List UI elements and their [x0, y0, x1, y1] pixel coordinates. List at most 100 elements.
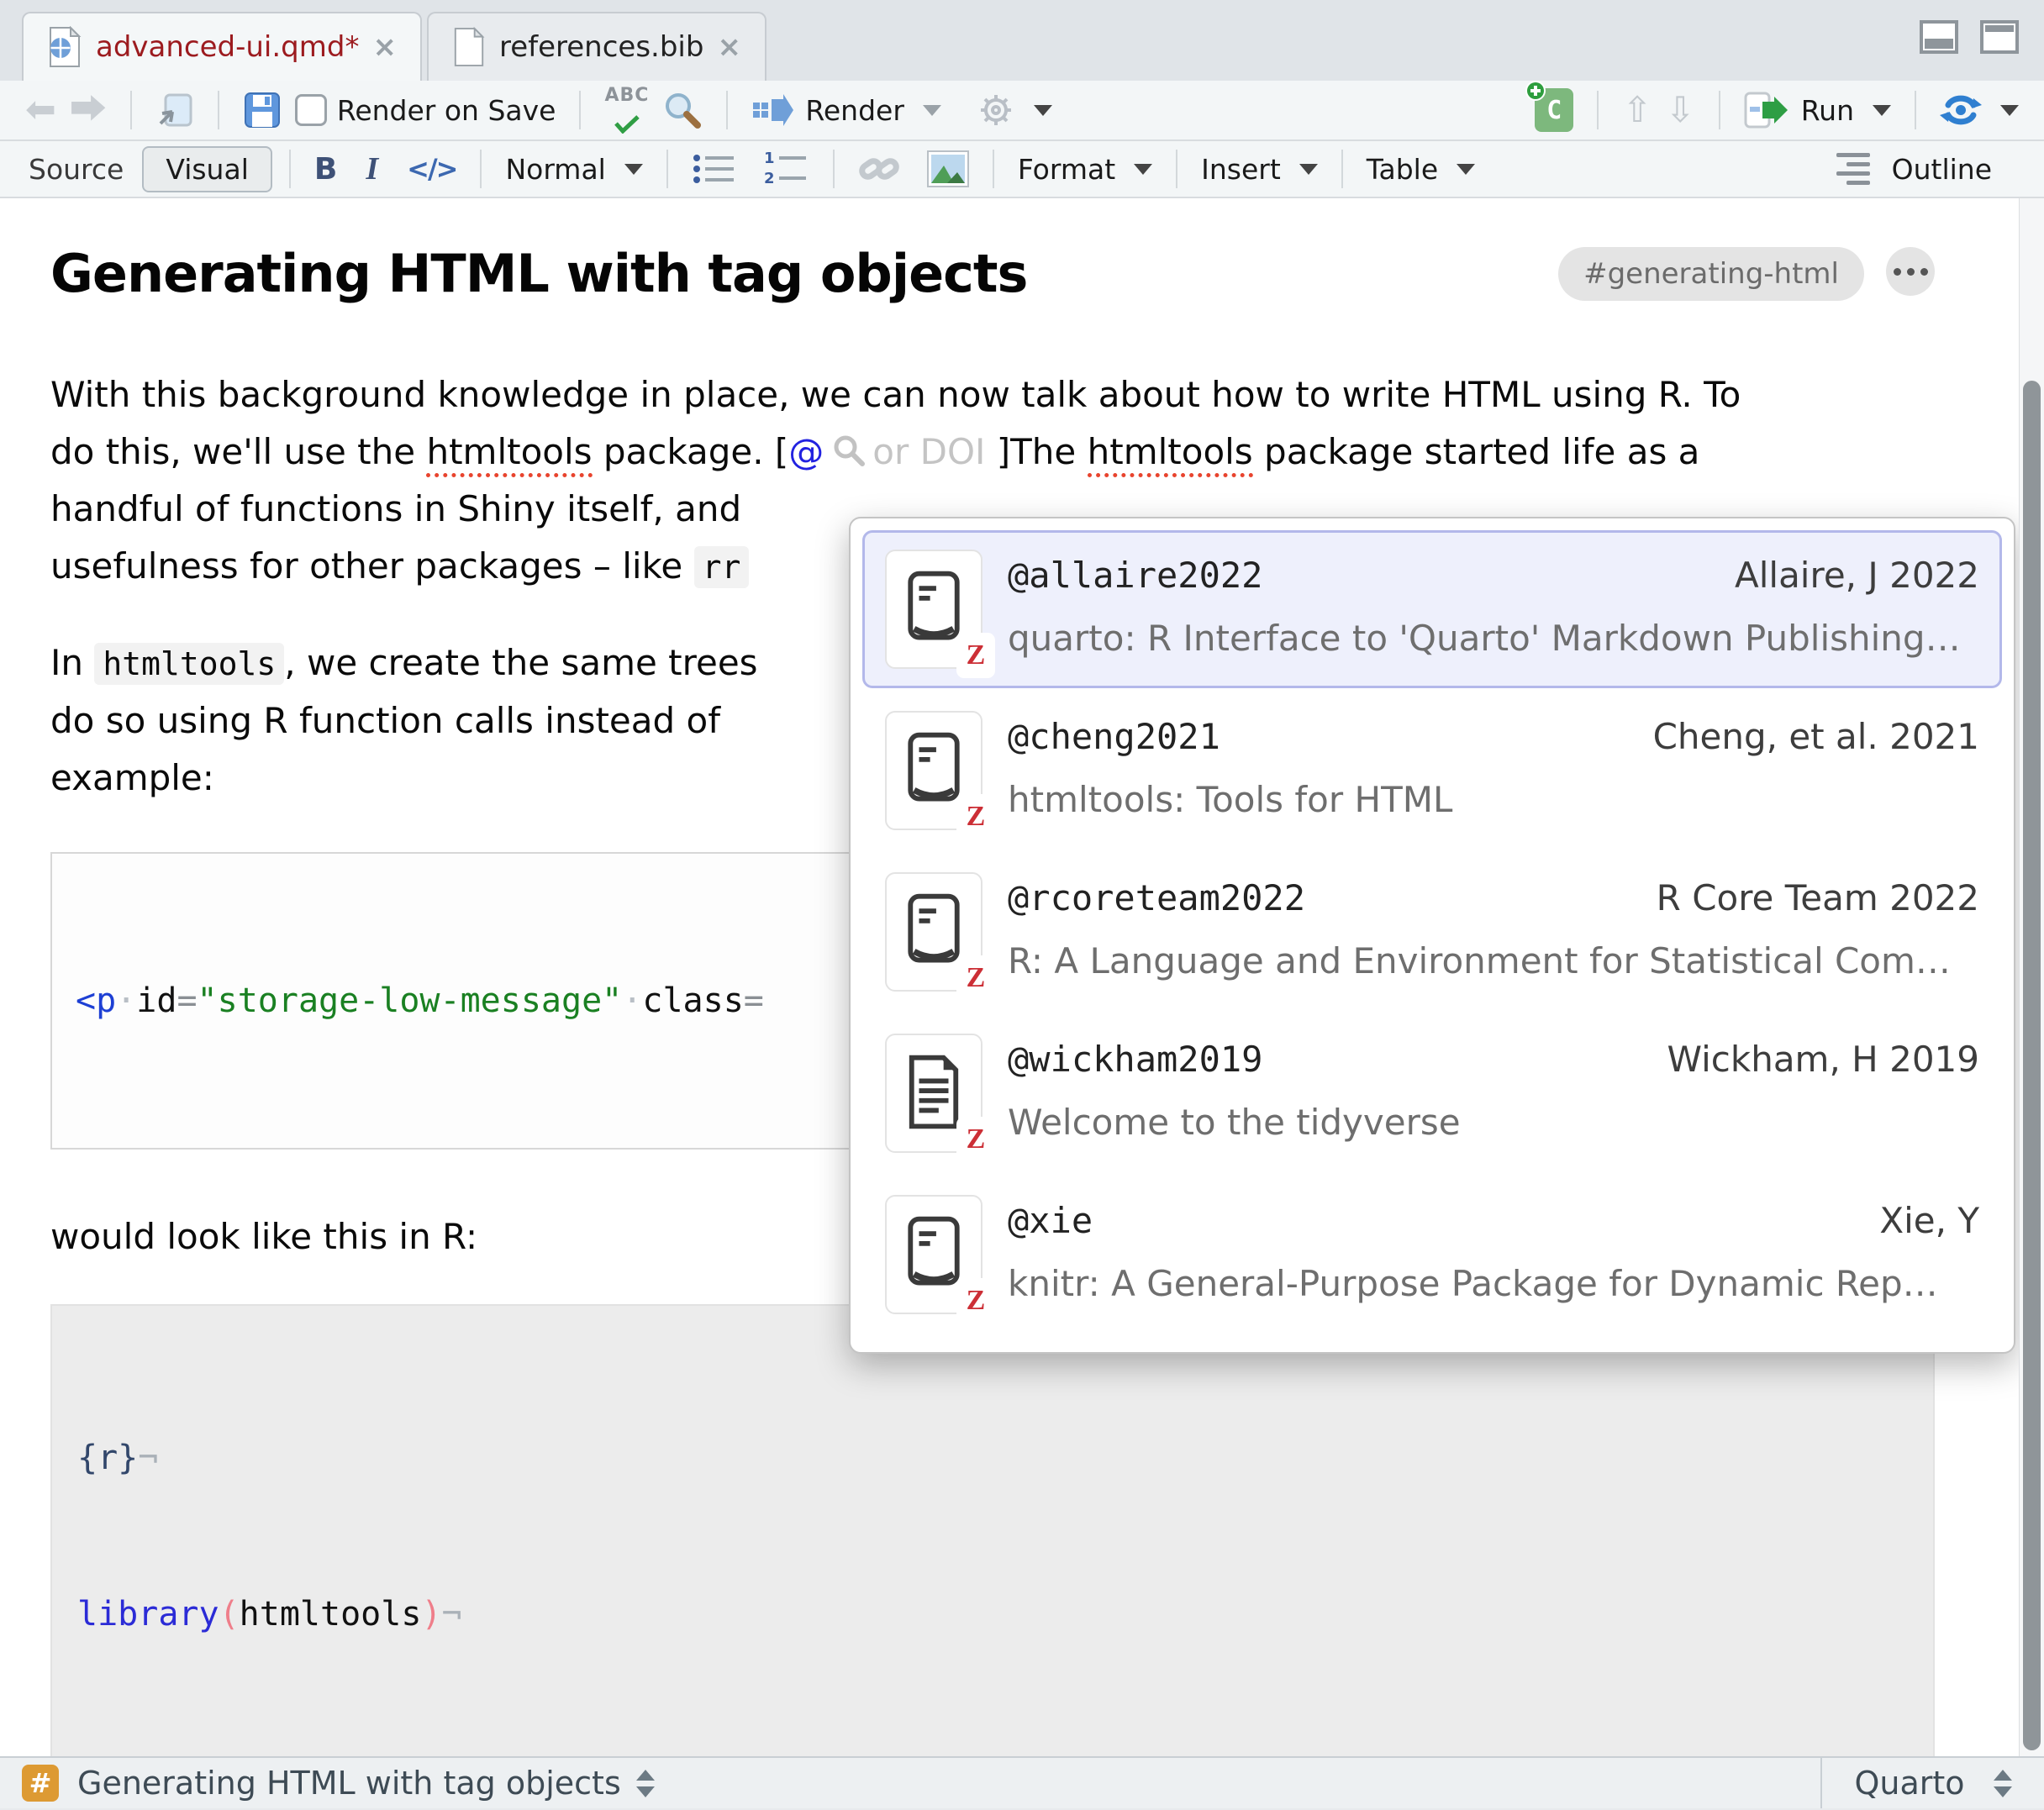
link-button[interactable] — [851, 146, 907, 192]
italic-button[interactable]: I — [359, 147, 385, 191]
document-mode-selector[interactable]: Quarto — [1820, 1758, 2044, 1808]
citation-placeholder: or DOI — [872, 431, 985, 472]
divider — [130, 91, 132, 129]
tab-references-bib[interactable]: references.bib × — [427, 12, 766, 81]
citation-author: Allaire, J 2022 — [1735, 555, 1979, 596]
back-button[interactable]: ⬅ — [18, 88, 63, 132]
citation-id: @wickham2019 — [1008, 1039, 1262, 1080]
article-icon: Z — [885, 1034, 982, 1153]
format-menu-caret[interactable] — [1134, 164, 1152, 175]
next-chunk-icon[interactable]: ⇩ — [1659, 89, 1702, 131]
citation-title: Welcome to the tidyverse — [1008, 1102, 1979, 1143]
citation-title: knitr: A General-Purpose Package for Dyn… — [1008, 1263, 1979, 1304]
refresh-dropdown-caret[interactable] — [2000, 105, 2019, 116]
citation-entry-cheng2021[interactable]: Z @cheng2021Cheng, et al. 2021 htmltools… — [862, 692, 2002, 850]
book-icon: Z — [885, 1195, 982, 1314]
render-dropdown-caret[interactable] — [923, 105, 941, 116]
spellcheck-button[interactable]: ABC — [598, 83, 656, 137]
format-toolbar: Source Visual B I </> Normal 12 Format I… — [0, 141, 2044, 198]
insert-chunk-button[interactable]: C — [1528, 85, 1580, 135]
settings-dropdown-caret[interactable] — [1034, 105, 1052, 116]
render-button[interactable]: Render — [745, 89, 947, 131]
tab-title: references.bib — [499, 30, 703, 64]
citation-entry-wickham2019[interactable]: Z @wickham2019 Wickham, H 2019 Welcome to… — [862, 1014, 2002, 1172]
render-on-save-label: Render on Save — [337, 94, 556, 127]
zotero-badge-icon: Z — [959, 958, 993, 998]
r-code-chunk[interactable]: {r}¬ library(htmltools)¬ ¬ p(id="storage… — [50, 1304, 1935, 1756]
paragraph-style-caret[interactable] — [624, 164, 643, 175]
section-navigator-updown-icon[interactable] — [636, 1770, 655, 1797]
visual-mode-button[interactable]: Visual — [142, 146, 272, 192]
save-button[interactable] — [236, 87, 288, 133]
spellcheck-word: htmltools — [426, 431, 592, 477]
zotero-badge-icon: Z — [959, 797, 993, 837]
render-on-save-checkbox[interactable]: Render on Save — [288, 91, 563, 130]
visual-editor-canvas[interactable]: Generating HTML with tag objects #genera… — [0, 198, 2044, 1756]
divider — [1719, 91, 1720, 129]
zotero-badge-icon: Z — [959, 1281, 993, 1321]
citation-title: R: A Language and Environment for Statis… — [1008, 940, 1979, 981]
book-icon: Z — [885, 550, 982, 669]
citation-entry-allaire2022[interactable]: Z @allaire2022Allaire, J 2022 quarto: R … — [862, 530, 2002, 688]
citation-entry-rcoreteam2022[interactable]: Z @rcoreteam2022 R Core Team 2022 R: A La… — [862, 853, 2002, 1011]
outline-toggle[interactable]: Outline — [1830, 150, 1999, 189]
bullet-list-button[interactable] — [685, 148, 742, 190]
insert-menu[interactable]: Insert — [1194, 150, 1325, 189]
source-mode-button[interactable]: Source — [22, 150, 130, 189]
maximize-pane-icon[interactable] — [1980, 20, 2019, 54]
citation-title: htmltools: Tools for HTML — [1008, 779, 1979, 820]
bib-file-icon — [452, 27, 486, 67]
editor-tab-bar: advanced-ui.qmd* × references.bib × — [0, 0, 2044, 81]
forward-button[interactable]: ⮕ — [63, 88, 113, 132]
minimize-pane-icon[interactable] — [1920, 20, 1958, 54]
format-menu[interactable]: Format — [1011, 150, 1159, 189]
section-navigator[interactable]: Generating HTML with tag objects — [77, 1765, 621, 1802]
table-menu-caret[interactable] — [1457, 164, 1475, 175]
citation-author: Wickham, H 2019 — [1667, 1039, 1979, 1080]
divider — [833, 150, 835, 188]
settings-gear-icon[interactable] — [970, 87, 1059, 133]
citation-entry-xie[interactable]: Z @xieXie, Y knitr: A General-Purpose Pa… — [862, 1176, 2002, 1334]
book-icon: Z — [885, 711, 982, 830]
divider — [1341, 150, 1343, 188]
divider — [289, 150, 291, 188]
zotero-badge-icon: Z — [959, 635, 993, 676]
code-format-button[interactable]: </> — [400, 150, 463, 188]
close-tab-icon[interactable]: × — [717, 30, 741, 64]
tab-advanced-ui-qmd[interactable]: advanced-ui.qmd* × — [22, 12, 422, 81]
citation-id: @allaire2022 — [1008, 555, 1262, 596]
svg-text:1: 1 — [764, 151, 775, 167]
paragraph-style-dropdown[interactable]: Normal — [498, 150, 649, 189]
bold-button[interactable]: B — [308, 149, 344, 190]
citation-id: @xie — [1008, 1200, 1093, 1241]
insert-menu-caret[interactable] — [1299, 164, 1318, 175]
image-button[interactable] — [920, 147, 976, 191]
run-dropdown-caret[interactable] — [1873, 105, 1891, 116]
citation-author: R Core Team 2022 — [1657, 877, 1979, 918]
section-options-button[interactable] — [1886, 247, 1935, 296]
abc-icon: ABC — [604, 87, 649, 105]
close-tab-icon[interactable]: × — [372, 30, 397, 64]
inline-code: htmltools — [94, 643, 284, 685]
citation-completion-popup: Z @allaire2022Allaire, J 2022 quarto: R … — [849, 517, 2015, 1354]
divider — [993, 150, 994, 188]
citation-at-cursor[interactable]: @ — [788, 431, 824, 472]
rstudio-editor-window: advanced-ui.qmd* × references.bib × ⬅ ⮕ — [0, 0, 2044, 1810]
previous-chunk-icon[interactable]: ⇧ — [1615, 89, 1658, 131]
zotero-badge-icon: Z — [959, 1119, 993, 1160]
vertical-scrollbar[interactable] — [2019, 198, 2044, 1756]
run-button[interactable]: Run — [1737, 88, 1898, 132]
scrollbar-thumb[interactable] — [2023, 381, 2041, 1750]
checkbox-box[interactable] — [295, 94, 327, 126]
open-in-new-window-icon[interactable] — [149, 88, 201, 132]
citation-id: @cheng2021 — [1008, 716, 1220, 757]
citation-id: @rcoreteam2022 — [1008, 877, 1305, 918]
numbered-list-button[interactable]: 12 — [756, 148, 816, 190]
paragraph-style-value: Normal — [505, 153, 605, 186]
divider — [480, 150, 482, 188]
find-replace-icon[interactable] — [656, 87, 709, 134]
divider — [726, 91, 728, 129]
table-menu[interactable]: Table — [1360, 150, 1482, 189]
outline-icon — [1836, 153, 1870, 185]
source-refresh-icon[interactable] — [1933, 88, 2026, 132]
